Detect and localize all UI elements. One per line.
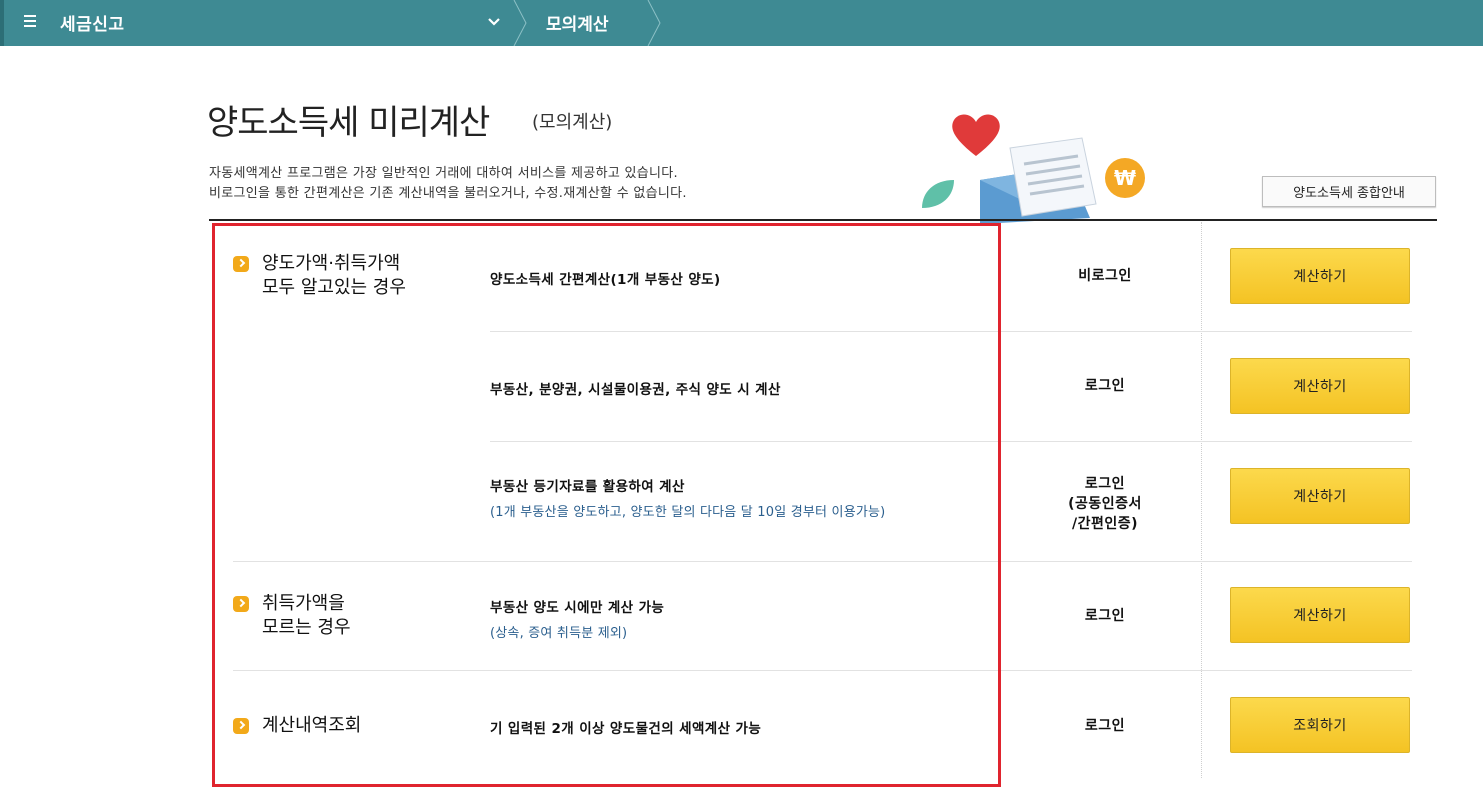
section-divider	[233, 670, 1412, 671]
category-label: 계산내역조회	[262, 715, 362, 736]
tax-guide-button[interactable]: 양도소득세 종합안내	[1262, 176, 1436, 207]
row-title-history: 기 입력된 2개 이상 양도물건의 세액계산 가능	[490, 721, 762, 737]
table-top-rule	[209, 219, 1437, 221]
breadcrumb-separator-icon	[647, 0, 661, 46]
row-title-registry-calc: 부동산 등기자료를 활용하여 계산	[490, 479, 685, 495]
login-requirement-certificate: 로그인 (공동인증서 /간편인증)	[1040, 474, 1170, 534]
login-requirement: 로그인	[1084, 718, 1126, 734]
row-title-transfer-only: 부동산 양도 시에만 계산 가능	[490, 600, 665, 616]
login-requirement: 비로그인	[1078, 268, 1132, 284]
category-label-line-1: 취득가액을	[262, 593, 345, 614]
category-known-prices: 양도가액·취득가액 모두 알고있는 경우	[233, 252, 406, 300]
nav-subpage[interactable]: 모의계산	[546, 10, 609, 35]
chevron-right-bullet-icon	[233, 718, 249, 734]
svg-text:₩: ₩	[1114, 166, 1136, 190]
calculate-button-registry[interactable]: 계산하기	[1230, 468, 1410, 524]
calculate-button-simple[interactable]: 계산하기	[1230, 248, 1410, 304]
category-history-lookup: 계산내역조회	[233, 714, 361, 738]
category-unknown-acquisition: 취득가액을 모르는 경우	[233, 592, 351, 640]
page-title: 양도소득세 미리계산	[207, 103, 490, 143]
calculate-button-transfer-only[interactable]: 계산하기	[1230, 587, 1410, 643]
chevron-right-bullet-icon	[233, 596, 249, 612]
category-label-line-2: 모두 알고있는 경우	[262, 277, 406, 298]
row-divider	[490, 331, 1412, 332]
breadcrumb-separator-icon	[513, 0, 527, 46]
chevron-down-icon[interactable]	[486, 14, 502, 30]
lookup-button-history[interactable]: 조회하기	[1230, 697, 1410, 753]
section-divider	[233, 561, 1412, 562]
description-line-2: 비로그인을 통한 간편계산은 기존 계산내역을 불러오거나, 수정.재계산할 수…	[209, 186, 687, 201]
row-note-registry: (1개 부동산을 양도하고, 양도한 달의 다다음 달 10일 경부터 이용가능…	[490, 505, 886, 520]
row-title-simple-calc: 양도소득세 간편계산(1개 부동산 양도)	[490, 272, 721, 288]
login-requirement-line: 로그인	[1084, 476, 1126, 492]
description-line-1: 자동세액계산 프로그램은 가장 일반적인 거래에 대하여 서비스를 제공하고 있…	[209, 166, 678, 181]
category-label-line-2: 모르는 경우	[262, 617, 351, 638]
heart-letter-coin-illustration: ₩	[922, 114, 1145, 224]
login-requirement-line: /간편인증)	[1071, 516, 1139, 532]
page-subtitle: (모의계산)	[532, 112, 613, 133]
calculate-button-assets[interactable]: 계산하기	[1230, 358, 1410, 414]
nav-title[interactable]: 세금신고	[60, 10, 125, 35]
column-divider	[1201, 222, 1202, 778]
row-title-assets-calc: 부동산, 분양권, 시설물이용권, 주식 양도 시 계산	[490, 382, 781, 398]
login-requirement: 로그인	[1084, 378, 1126, 394]
chevron-right-bullet-icon	[233, 256, 249, 272]
row-divider	[490, 441, 1412, 442]
top-nav-bar: 세금신고 모의계산	[0, 0, 1483, 46]
login-requirement-line: (공동인증서	[1068, 496, 1142, 512]
row-note-transfer-only: (상속, 증여 취득분 제외)	[490, 626, 628, 641]
menu-icon[interactable]	[24, 12, 38, 32]
category-label-line-1: 양도가액·취득가액	[262, 253, 401, 274]
login-requirement: 로그인	[1084, 608, 1126, 624]
